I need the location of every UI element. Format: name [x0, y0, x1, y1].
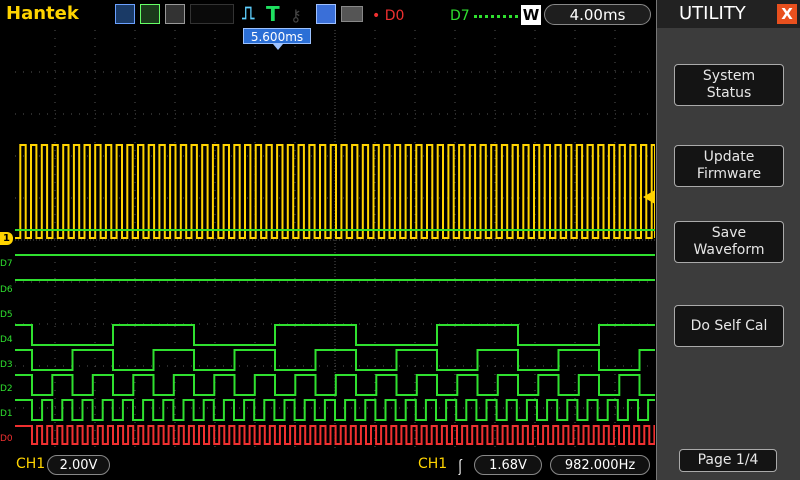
display-vectors-icon[interactable] — [140, 4, 160, 24]
logic-end-channel: D7 — [450, 8, 470, 24]
d0-channel-label: D0 — [0, 434, 13, 444]
trigger-level-marker[interactable] — [643, 190, 655, 204]
ch1-label: CH1 — [16, 456, 46, 472]
window-mode-button[interactable]: W — [521, 5, 541, 25]
d7-channel-label: D7 — [0, 259, 13, 269]
system-status-button[interactable]: System Status — [674, 64, 784, 106]
d1-channel-label: D1 — [0, 409, 13, 419]
timebase-readout[interactable]: 4.00ms — [544, 4, 651, 25]
logic-start-channel: • D0 — [372, 8, 405, 24]
printer-icon[interactable] — [341, 6, 363, 22]
frequency-readout: 982.000Hz — [550, 455, 650, 475]
panel-title: UTILITY — [679, 3, 746, 24]
d2-channel-label: D2 — [0, 384, 13, 394]
d3-channel-label: D3 — [0, 360, 13, 370]
trigger-mode-icon[interactable]: ⎍ — [242, 3, 255, 24]
trigger-status: T — [266, 2, 280, 26]
update-firmware-button[interactable]: Update Firmware — [674, 145, 784, 187]
top-status-bar: Hantek ⎍ T ⚷ • D0 D7 W 4.00ms — [0, 0, 656, 30]
persistence-icon[interactable] — [165, 4, 185, 24]
ch1-volts-div[interactable]: 2.00V — [47, 455, 110, 475]
trigger-position-marker[interactable]: 5.600ms — [243, 28, 311, 50]
save-disk-icon[interactable] — [316, 4, 336, 24]
save-waveform-button[interactable]: Save Waveform — [674, 221, 784, 263]
close-button[interactable]: X — [777, 4, 797, 24]
status-slot — [190, 4, 234, 24]
acquire-mode-icon[interactable] — [115, 4, 135, 24]
self-cal-button[interactable]: Do Self Cal — [674, 305, 784, 347]
utility-menu-panel: UTILITY X System Status Update Firmware … — [656, 0, 800, 480]
rising-edge-icon: ⎰ — [452, 458, 469, 477]
d6-channel-label: D6 — [0, 285, 13, 295]
brand-logo: Hantek — [6, 3, 79, 24]
trigger-level-readout[interactable]: 1.68V — [474, 455, 542, 475]
trigger-source: CH1 — [418, 456, 448, 472]
ch1-ground-marker[interactable]: 1 — [0, 232, 13, 245]
d4-channel-label: D4 — [0, 335, 13, 345]
bottom-status-bar: CH1 2.00V CH1 ⎰ 1.68V 982.000Hz — [0, 450, 656, 480]
waveform-display[interactable] — [15, 30, 655, 450]
page-button[interactable]: Page 1/4 — [679, 449, 777, 472]
logic-channel-range — [474, 15, 518, 18]
panel-header: UTILITY X — [657, 0, 800, 28]
key-icon: ⚷ — [290, 6, 302, 25]
d5-channel-label: D5 — [0, 310, 13, 320]
